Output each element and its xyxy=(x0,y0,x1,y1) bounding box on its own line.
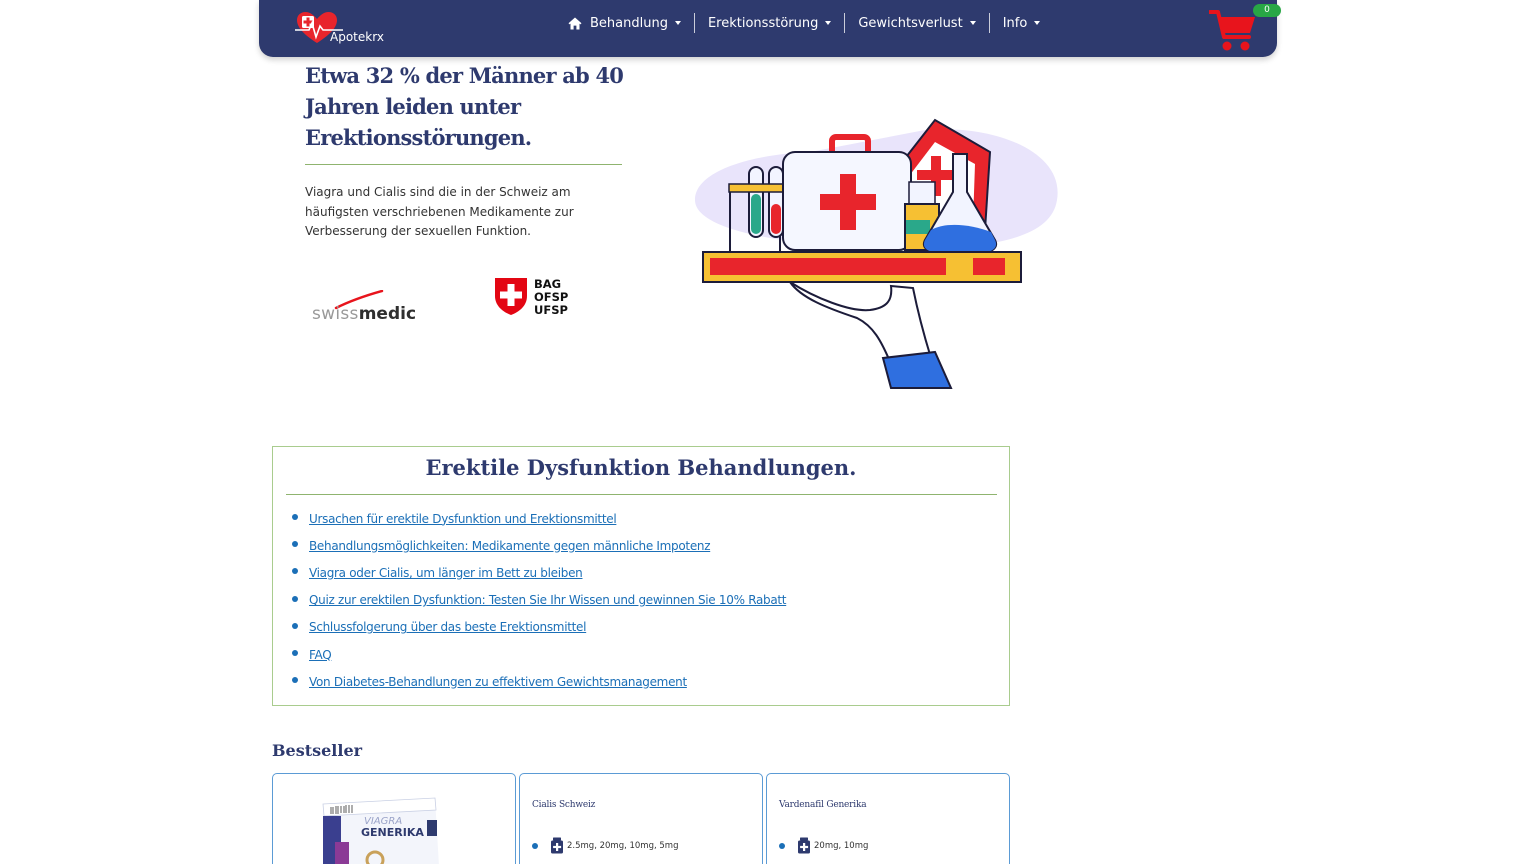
toc-link-diabetes[interactable]: Von Diabetes-Behandlungen zu effektivem … xyxy=(309,675,687,689)
cart-count-badge: 0 xyxy=(1253,4,1281,17)
hero-text: Viagra und Cialis sind die in der Schwei… xyxy=(305,185,574,238)
list-item: Quiz zur erektilen Dysfunktion: Testen S… xyxy=(292,587,787,614)
bullet-icon xyxy=(532,842,538,849)
bullet-icon xyxy=(292,650,298,657)
chevron-down-icon xyxy=(969,21,976,25)
bullet-icon xyxy=(292,514,298,521)
chevron-down-icon xyxy=(825,21,832,25)
list-item: Viagra oder Cialis, um länger im Bett zu… xyxy=(292,559,786,586)
list-item: Von Diabetes-Behandlungen zu effektivem … xyxy=(292,668,786,695)
nav-info-label: Info xyxy=(1002,15,1028,31)
bullet-icon xyxy=(292,541,298,548)
product-doses: 20mg, 10mg xyxy=(779,837,868,854)
bullet-icon xyxy=(292,677,298,684)
nav-erektionsstoerung[interactable]: Erektionsstörung xyxy=(693,13,844,33)
bag-wordmark: BAG OFSP UFSP xyxy=(534,277,569,317)
toc-link-ursachen[interactable]: Ursachen für erektile Dysfunktion und Er… xyxy=(309,512,617,526)
bullet-icon xyxy=(292,595,298,602)
toc-link-behandlungsmoeglichkeiten[interactable]: Behandlungsmöglichkeiten: Medikamente ge… xyxy=(309,539,711,553)
product-card-viagra[interactable]: VIAGRA GENERIKA xyxy=(272,773,516,864)
toc-divider xyxy=(286,494,997,495)
treatments-toc-box: Erektile Dysfunktion Behandlungen. Ursac… xyxy=(272,446,1010,706)
nav-behandlung[interactable]: Behandlung xyxy=(555,13,694,33)
toc-title: Erektile Dysfunktion Behandlungen. xyxy=(425,455,857,480)
toc-link-schlussfolgerung[interactable]: Schlussfolgerung über das beste Erektion… xyxy=(309,620,586,634)
brand-logo[interactable]: Apotekrx xyxy=(295,10,385,48)
toc-link-quiz[interactable]: Quiz zur erektilen Dysfunktion: Testen S… xyxy=(309,593,787,607)
nav-erektionsstoerung-label: Erektionsstörung xyxy=(707,15,819,31)
swissmedic-logo: swissmedic xyxy=(312,290,422,326)
swissmedic-wordmark: swissmedic xyxy=(312,304,417,324)
product-card-vardenafil[interactable]: Vardenafil Generika 20mg, 10mg xyxy=(766,773,1010,864)
shopping-cart-icon[interactable] xyxy=(1209,8,1257,53)
product-card-cialis[interactable]: Cialis Schweiz 2.5mg, 20mg, 10mg, 5mg xyxy=(519,773,763,864)
toc-list: Ursachen für erektile Dysfunktion und Er… xyxy=(292,505,787,695)
home-icon xyxy=(568,17,582,29)
chevron-down-icon xyxy=(1034,21,1041,25)
nav-info[interactable]: Info xyxy=(988,13,1054,33)
pharmacy-tray-illustration xyxy=(695,118,1058,389)
bullet-icon xyxy=(292,622,298,629)
medicine-bottle-icon xyxy=(798,837,810,854)
list-item: Ursachen für erektile Dysfunktion und Er… xyxy=(292,505,786,532)
dose-text: 20mg, 10mg xyxy=(814,840,869,851)
medicine-bottle-icon xyxy=(551,837,563,854)
toc-link-viagra-oder-cialis[interactable]: Viagra oder Cialis, um länger im Bett zu… xyxy=(309,566,583,580)
bullet-icon xyxy=(779,842,785,849)
bestseller-heading: Bestseller xyxy=(272,741,363,760)
product-name: Vardenafil Generika xyxy=(779,800,867,810)
nav-behandlung-label: Behandlung xyxy=(590,15,668,31)
product-doses: 2.5mg, 20mg, 10mg, 5mg xyxy=(532,837,678,854)
bullet-icon xyxy=(292,568,298,575)
nav-gewichtsverlust[interactable]: Gewichtsverlust xyxy=(844,13,988,33)
chevron-down-icon xyxy=(674,21,681,25)
hero-title: Etwa 32 % der Männer ab 40 Jahren leiden… xyxy=(305,63,624,150)
nav-gewichtsverlust-label: Gewichtsverlust xyxy=(858,15,963,31)
main-menu: Behandlung Erektionsstörung Gewichtsverl… xyxy=(555,13,1053,33)
list-item: Schlussfolgerung über das beste Erektion… xyxy=(292,614,786,641)
swiss-shield-icon xyxy=(495,278,527,315)
svg-text:GENERIKA: GENERIKA xyxy=(361,826,424,839)
hero-divider xyxy=(305,164,622,165)
list-item: FAQ xyxy=(292,641,786,668)
product-name: Cialis Schweiz xyxy=(532,800,596,810)
bag-ofsp-logo: BAG OFSP UFSP xyxy=(493,276,573,318)
viagra-package-image: VIAGRA GENERIKA xyxy=(322,797,439,864)
top-navbar: Apotekrx Behandlung Erektionsstörung Gew… xyxy=(259,0,1281,57)
brand-name: Apotekrx xyxy=(330,30,384,44)
toc-link-faq[interactable]: FAQ xyxy=(309,648,332,662)
dose-text: 2.5mg, 20mg, 10mg, 5mg xyxy=(567,840,679,851)
list-item: Behandlungsmöglichkeiten: Medikamente ge… xyxy=(292,532,786,559)
